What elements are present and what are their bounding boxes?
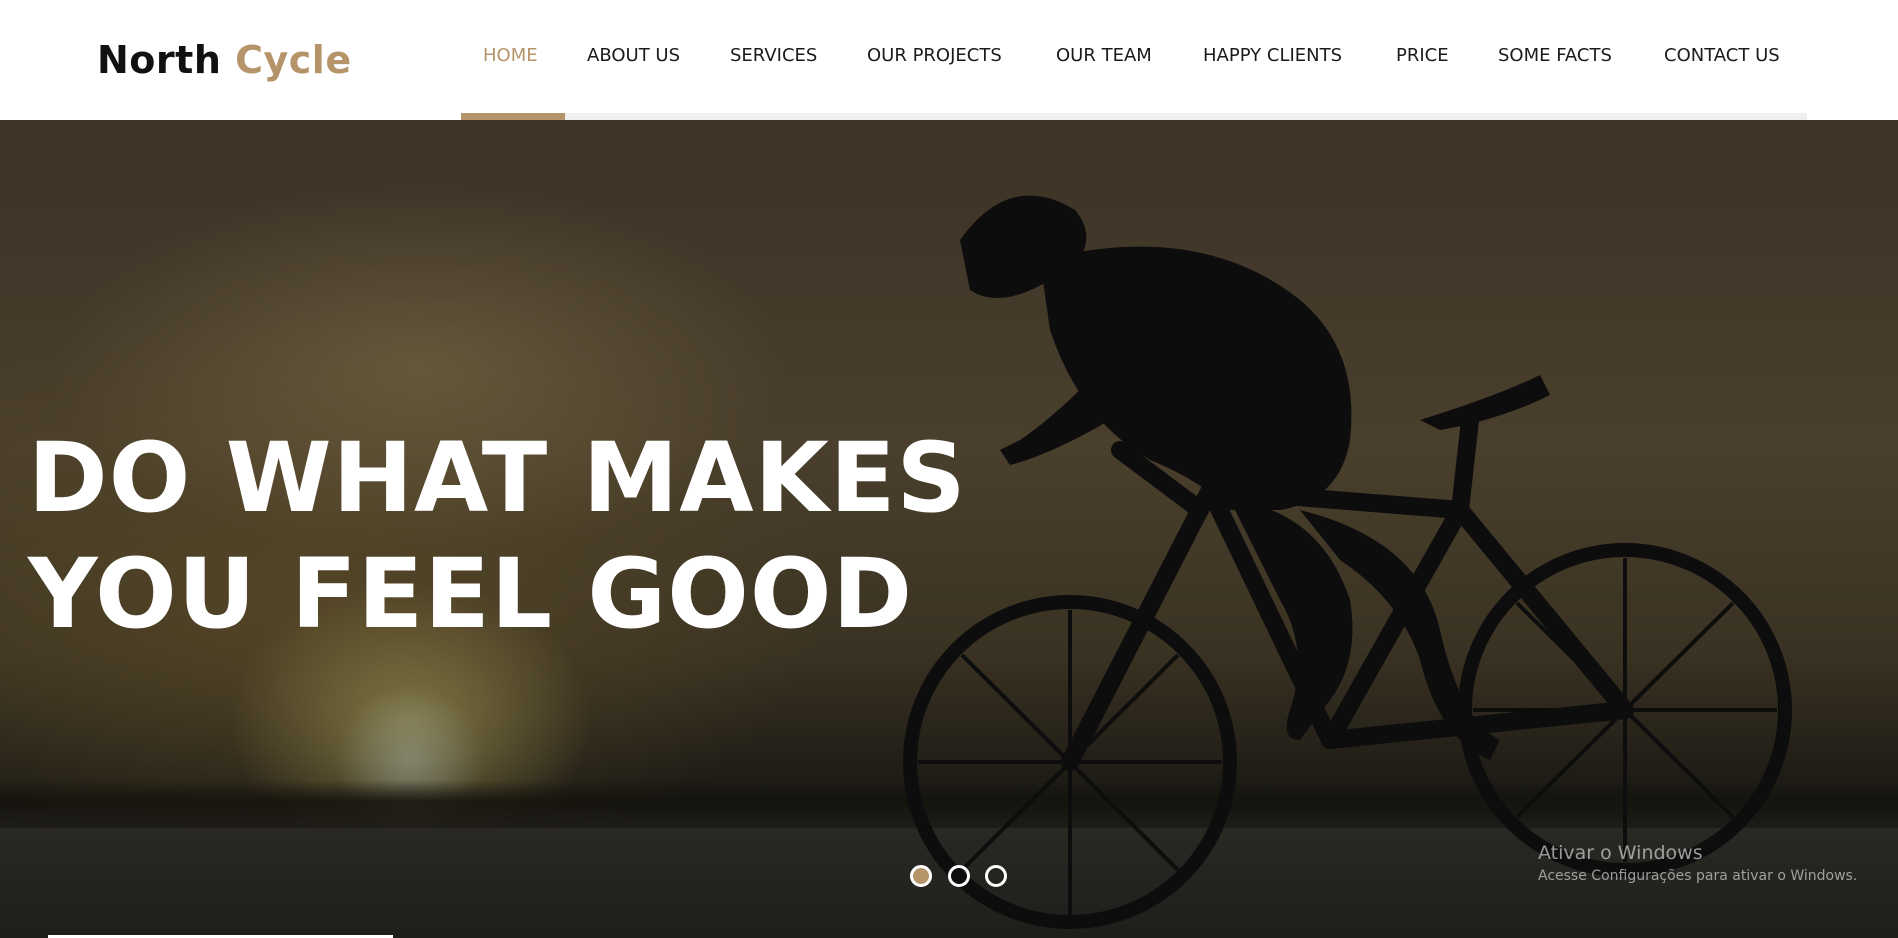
site-header: North Cycle HOME ABOUT US SERVICES OUR P… bbox=[0, 0, 1898, 120]
nav-item-our-projects[interactable]: OUR PROJECTS bbox=[867, 45, 1002, 66]
nav-item-our-team[interactable]: OUR TEAM bbox=[1056, 45, 1152, 66]
nav-item-price[interactable]: PRICE bbox=[1396, 45, 1449, 66]
hero-slider: DO WHAT MAKES YOU FEEL GOOD Ativar o Win… bbox=[0, 120, 1898, 938]
watermark-title: Ativar o Windows bbox=[1538, 842, 1703, 864]
nav-item-about-us[interactable]: ABOUT US bbox=[587, 45, 680, 66]
nav-underline-track bbox=[461, 113, 1807, 120]
slider-dot-2[interactable] bbox=[948, 865, 970, 887]
nav-item-happy-clients[interactable]: HAPPY CLIENTS bbox=[1203, 45, 1342, 66]
main-nav: HOME ABOUT US SERVICES OUR PROJECTS OUR … bbox=[0, 0, 1898, 120]
slider-dot-3[interactable] bbox=[985, 865, 1007, 887]
nav-active-indicator bbox=[461, 113, 565, 120]
cyclist-silhouette-image bbox=[903, 195, 1792, 929]
nav-item-home[interactable]: HOME bbox=[483, 45, 538, 66]
nav-item-some-facts[interactable]: SOME FACTS bbox=[1498, 45, 1612, 66]
hero-headline-line-1: DO WHAT MAKES bbox=[28, 422, 967, 534]
windows-activation-watermark: Ativar o Windows Acesse Configurações pa… bbox=[1538, 842, 1857, 884]
hero-headline-line-2: YOU FEEL GOOD bbox=[28, 538, 914, 650]
nav-item-contact-us[interactable]: CONTACT US bbox=[1664, 45, 1780, 66]
slider-dot-1[interactable] bbox=[910, 865, 932, 887]
nav-item-services[interactable]: SERVICES bbox=[730, 45, 817, 66]
watermark-subtitle: Acesse Configurações para ativar o Windo… bbox=[1538, 868, 1858, 884]
hero-headline: DO WHAT MAKES YOU FEEL GOOD bbox=[28, 420, 967, 652]
